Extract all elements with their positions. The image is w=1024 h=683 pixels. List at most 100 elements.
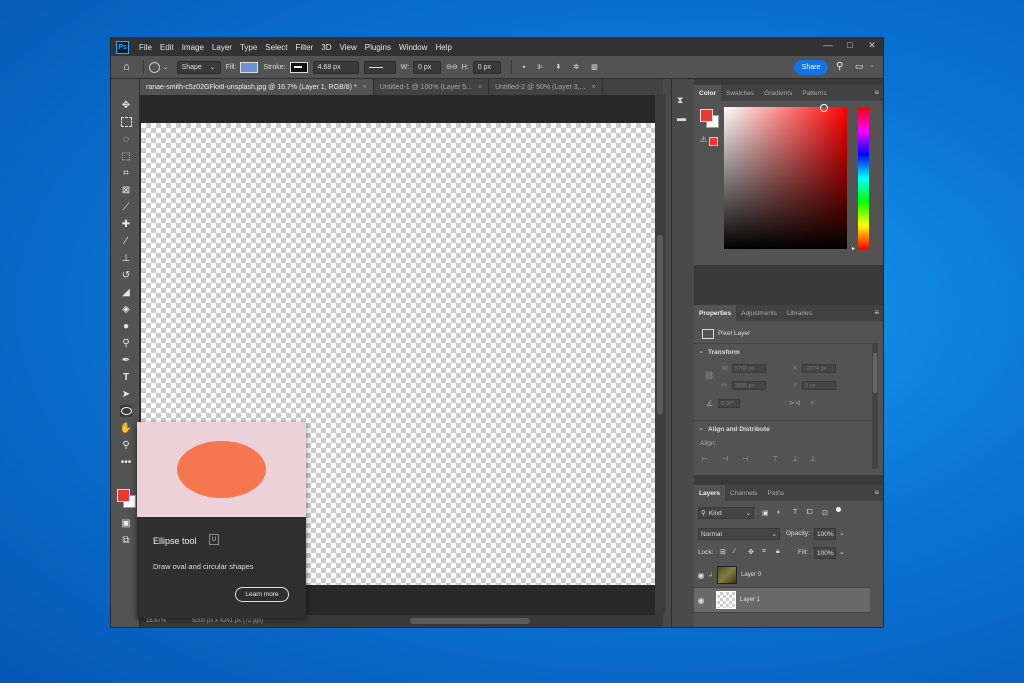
tab-libraries[interactable]: Libraries: [782, 310, 817, 317]
align-edges-icon[interactable]: ▥: [591, 63, 598, 71]
layer-name[interactable]: Layer 1: [740, 597, 760, 603]
workspace-icon[interactable]: ▭: [855, 61, 864, 72]
more-tools-icon[interactable]: •••: [120, 456, 132, 468]
tab-untitled-1[interactable]: Untitled-1 @ 100% (Layer 5... ×: [374, 79, 490, 95]
hue-slider-marker[interactable]: ▸: [852, 245, 855, 252]
blend-mode-select[interactable]: Normal ⌄: [698, 528, 780, 540]
tab-untitled-2[interactable]: Untitled-2 @ 50% (Layer 3,... ×: [489, 79, 603, 95]
align-middle-icon[interactable]: ⊥: [792, 455, 798, 463]
close-icon[interactable]: ×: [363, 84, 367, 91]
filter-toggle-icon[interactable]: [836, 507, 841, 512]
width-field[interactable]: 5760 px: [732, 364, 766, 373]
tab-color[interactable]: Color: [694, 85, 721, 101]
paint-bucket-tool-icon[interactable]: ◈: [120, 303, 132, 315]
lock-all-icon[interactable]: 🔒︎: [776, 548, 780, 556]
menu-window[interactable]: Window: [395, 43, 431, 52]
hand-tool-icon[interactable]: ✋: [120, 422, 132, 434]
screen-mode-icon[interactable]: ⧉: [120, 534, 132, 546]
out-of-gamut-warning-icon[interactable]: ⚠: [700, 135, 707, 144]
path-alignment-icon[interactable]: ⊫: [537, 63, 543, 71]
path-operations-icon[interactable]: ▪: [523, 64, 525, 71]
menu-select[interactable]: Select: [261, 43, 291, 52]
transform-heading[interactable]: Transform: [708, 349, 740, 356]
tool-mode-select[interactable]: Shape ⌄: [176, 60, 221, 74]
link-icon[interactable]: ⛓: [704, 371, 714, 380]
comments-panel-icon[interactable]: ▬: [677, 113, 686, 123]
gear-icon[interactable]: ✲: [573, 63, 579, 71]
document-info[interactable]: 5000 px x 4241 px (72 ppi): [192, 618, 263, 624]
lock-transparent-icon[interactable]: ⊞: [720, 548, 726, 556]
chevron-down-icon[interactable]: ⌄: [869, 61, 875, 69]
minimize-button[interactable]: —: [817, 38, 839, 52]
menu-image[interactable]: Image: [178, 43, 208, 52]
lock-position-icon[interactable]: ✥: [748, 548, 754, 556]
width-input[interactable]: 0 px: [413, 60, 442, 74]
chevron-down-icon[interactable]: ⌄: [698, 424, 704, 432]
visibility-eye-icon[interactable]: ◉: [694, 596, 708, 605]
filter-shape-icon[interactable]: ⧠: [807, 509, 813, 517]
menu-type[interactable]: Type: [236, 43, 261, 52]
align-distribute-heading[interactable]: Align and Distribute: [708, 426, 770, 433]
lock-image-icon[interactable]: ⁄: [734, 548, 735, 555]
tab-paths[interactable]: Paths: [762, 490, 789, 497]
tab-gradients[interactable]: Gradients: [759, 90, 797, 97]
chevron-down-icon[interactable]: ⌄: [839, 529, 845, 537]
tab-adjustments[interactable]: Adjustments: [736, 310, 782, 317]
menu-file[interactable]: File: [135, 43, 156, 52]
menu-3d[interactable]: 3D: [317, 43, 335, 52]
layer-row[interactable]: ◉ ↲ Layer 0: [694, 563, 870, 588]
filter-type-icon[interactable]: T: [793, 509, 797, 516]
quick-mask-icon[interactable]: ▣: [120, 517, 132, 529]
path-arrangement-icon[interactable]: ⇞: [555, 63, 561, 71]
eraser-tool-icon[interactable]: ◢: [120, 286, 132, 298]
panel-menu-icon[interactable]: ≡: [874, 88, 879, 97]
lasso-tool-icon[interactable]: ◌: [120, 133, 132, 145]
type-tool-icon[interactable]: T: [120, 371, 132, 383]
tab-properties[interactable]: Properties: [694, 305, 737, 321]
eyedropper-tool-icon[interactable]: ⟋: [120, 201, 132, 213]
hue-slider[interactable]: [858, 107, 869, 249]
chevron-down-icon[interactable]: ⌄: [163, 63, 169, 71]
panel-menu-icon[interactable]: ≡: [874, 488, 879, 497]
close-icon[interactable]: ×: [478, 84, 482, 91]
horizontal-scrollbar-thumb[interactable]: [410, 618, 530, 624]
pen-tool-icon[interactable]: ✒: [120, 354, 132, 366]
healing-brush-tool-icon[interactable]: ✚: [120, 218, 132, 230]
tab-swatches[interactable]: Swatches: [721, 90, 759, 97]
menu-edit[interactable]: Edit: [156, 43, 178, 52]
stroke-width-input[interactable]: 4.68 px: [312, 60, 359, 74]
tab-ranae-smith[interactable]: ranae-smith-c5z02GFkxtI-unsplash.jpg @ 1…: [140, 79, 374, 95]
color-picker-handle[interactable]: [820, 104, 828, 112]
align-center-icon[interactable]: ⊣: [722, 455, 728, 463]
chevron-down-icon[interactable]: ⌄: [698, 347, 704, 355]
align-bottom-icon[interactable]: ⊥: [810, 455, 816, 463]
path-selection-tool-icon[interactable]: ➤: [120, 388, 132, 400]
zoom-level[interactable]: 16.67%: [146, 618, 186, 624]
chevron-down-icon[interactable]: ⌄: [839, 548, 845, 556]
tab-layers[interactable]: Layers: [694, 485, 725, 501]
ellipse-tool-icon[interactable]: [120, 405, 132, 417]
menu-help[interactable]: Help: [431, 43, 455, 52]
scrollbar-thumb[interactable]: [657, 235, 663, 415]
history-brush-tool-icon[interactable]: ↺: [120, 269, 132, 281]
y-field[interactable]: 0 px: [802, 381, 836, 390]
align-right-icon[interactable]: ⊣: [742, 455, 748, 463]
dodge-tool-icon[interactable]: ⚲: [120, 337, 132, 349]
menu-plugins[interactable]: Plugins: [361, 43, 395, 52]
object-selection-tool-icon[interactable]: ⬚: [120, 150, 132, 162]
share-button[interactable]: Share: [794, 60, 828, 75]
filter-pixel-icon[interactable]: ▣: [762, 509, 769, 517]
stroke-style-select[interactable]: [363, 60, 396, 74]
flip-vertical-icon[interactable]: ⩗: [811, 399, 815, 407]
height-input[interactable]: 0 px: [472, 60, 501, 74]
gamut-color-swatch[interactable]: [709, 137, 718, 146]
crop-tool-icon[interactable]: ⌗: [120, 167, 132, 179]
panel-scrollbar[interactable]: [872, 343, 878, 469]
visibility-eye-icon[interactable]: ◉: [694, 571, 708, 580]
close-button[interactable]: ✕: [861, 38, 883, 52]
fill-field[interactable]: 100%: [814, 547, 836, 559]
align-top-icon[interactable]: ⊤: [772, 455, 778, 463]
marquee-tool-icon[interactable]: [120, 116, 132, 128]
fill-swatch[interactable]: [240, 61, 259, 73]
learn-more-button[interactable]: Learn more: [235, 587, 289, 602]
